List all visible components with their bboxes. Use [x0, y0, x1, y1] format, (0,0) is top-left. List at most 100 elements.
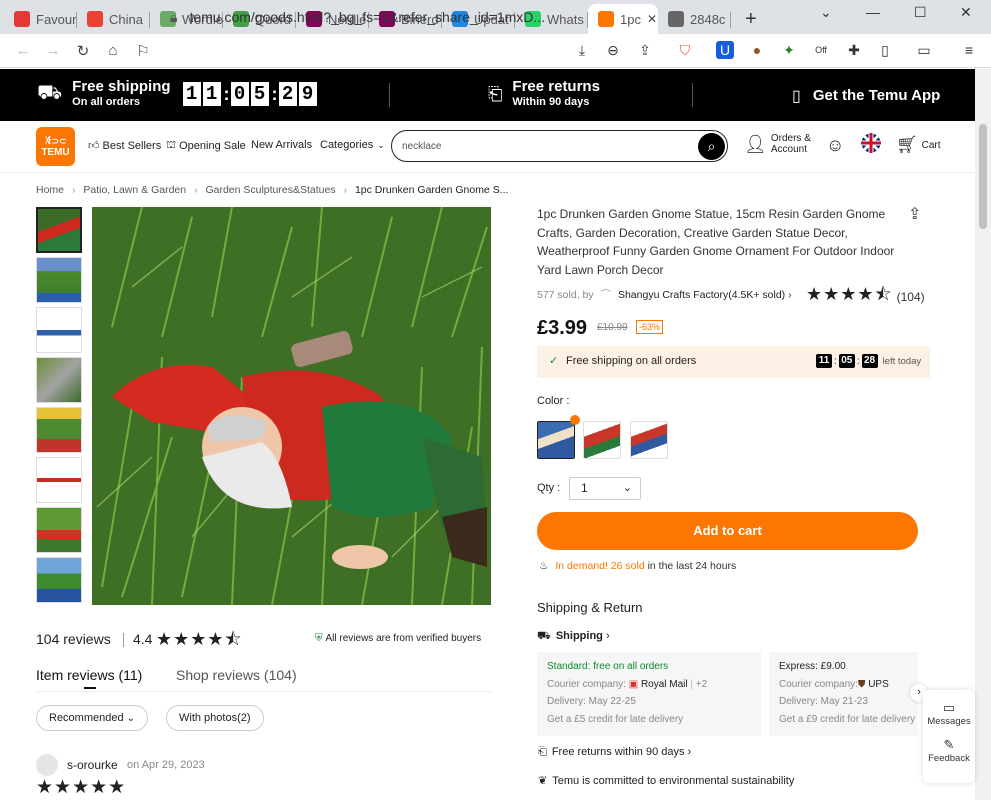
thumbnail[interactable]: [36, 307, 82, 353]
forward-button[interactable]: →: [38, 42, 68, 59]
messages-button[interactable]: ▭ Messages: [923, 690, 975, 727]
thumbnail[interactable]: [36, 507, 82, 553]
install-icon[interactable]: ⤓: [573, 41, 591, 59]
thumbnail[interactable]: [36, 557, 82, 603]
product-title: 1pc Drunken Garden Gnome Statue, 15cm Re…: [537, 207, 895, 277]
free-shipping-sub: On all orders: [72, 96, 141, 108]
timer-digit: 2: [278, 82, 297, 106]
standard-shipping-card[interactable]: Standard: free on all orders Courier com…: [537, 652, 761, 736]
standard-delivery: Delivery: May 22-25: [547, 696, 636, 707]
shipping-link[interactable]: ⛟ Shipping ›: [537, 630, 610, 644]
nav-categories[interactable]: Categories ⌄: [320, 139, 385, 151]
get-app-link[interactable]: ▯ Get the Temu App: [792, 86, 940, 106]
feedback-button[interactable]: ✎ Feedback: [923, 727, 975, 764]
courier-label: Courier company:: [547, 678, 626, 690]
thumbnail[interactable]: [36, 407, 82, 453]
color-swatch[interactable]: [583, 421, 621, 459]
extension-leaf-icon[interactable]: ✦: [780, 41, 798, 59]
url-text: temu.com/goods.html?_bg_fs=1&refer_share…: [189, 9, 546, 25]
account-line2: Account: [770, 144, 807, 155]
tab-separator: [730, 12, 731, 28]
home-button[interactable]: ⌂: [98, 42, 128, 59]
maximize-button[interactable]: ☐: [914, 0, 927, 24]
main-product-image[interactable]: [92, 207, 491, 605]
express-shipping-card[interactable]: Express: £9.00 Courier company:⛊ UPS Del…: [769, 652, 918, 736]
rating-count: (104): [896, 290, 925, 304]
lock-icon: 🔒︎: [170, 9, 178, 25]
fire-icon: ♨: [539, 560, 549, 572]
cart-icon: 🛒︎: [896, 135, 918, 154]
thumbnail[interactable]: [36, 457, 82, 503]
quantity-select[interactable]: 1 ⌄: [569, 477, 641, 500]
shipping-link-label: Shipping: [555, 630, 603, 642]
add-to-cart-button[interactable]: Add to cart: [537, 512, 918, 550]
cart-link[interactable]: 🛒︎ Cart: [896, 135, 941, 155]
breadcrumb-home[interactable]: Home: [36, 184, 64, 196]
bitwarden-icon[interactable]: U: [716, 41, 734, 59]
free-returns-link[interactable]: ⎗ Free returns within 90 days ›: [538, 746, 691, 759]
nav-label: Opening Sale: [179, 140, 246, 152]
tab-item-reviews[interactable]: Item reviews (11): [36, 667, 142, 683]
browser-tab-active[interactable]: 1pc ✕: [588, 4, 658, 34]
reviews-rating: 4.4: [133, 631, 153, 647]
search-input[interactable]: [402, 137, 682, 155]
sustainability-link[interactable]: ❦ Temu is committed to environmental sust…: [538, 774, 794, 787]
new-tab-button[interactable]: +: [745, 4, 757, 34]
free-shipping-promo[interactable]: ⛟ Free shipping On all orders 11:05:29: [37, 79, 319, 109]
bookmark-icon[interactable]: ⚐: [128, 42, 158, 60]
reviewer-name: s-orourke: [67, 758, 118, 772]
browser-tab[interactable]: Favour: [4, 4, 77, 34]
off-extension-icon[interactable]: Off: [812, 41, 830, 59]
filter-with-photos[interactable]: With photos(2): [166, 705, 264, 731]
zoom-icon[interactable]: ⊖: [604, 41, 622, 59]
page-scrollbar[interactable]: [975, 69, 991, 800]
temu-icon: [598, 11, 614, 27]
share-icon[interactable]: ⇪: [636, 41, 654, 59]
reviews-count: 104 reviews: [36, 631, 111, 647]
url-field[interactable]: 🔒︎ temu.com/goods.html?_bg_fs=1&refer_sha…: [170, 7, 570, 29]
nav-new-arrivals[interactable]: New Arrivals: [251, 139, 312, 151]
reviews-stars-icon: ★★★★⯪: [156, 629, 243, 649]
sustain-label: Temu is committed to environmental susta…: [552, 775, 795, 787]
tab-shop-reviews[interactable]: Shop reviews (104): [176, 667, 297, 683]
shield-check-icon: ⛨: [315, 633, 323, 644]
breadcrumb-sculptures[interactable]: Garden Sculptures&Statues: [205, 184, 335, 196]
thumbnail[interactable]: [36, 257, 82, 303]
support-chat-icon[interactable]: ☺: [826, 135, 844, 156]
cookie-icon[interactable]: ●: [748, 41, 766, 59]
breadcrumb-patio[interactable]: Patio, Lawn & Garden: [83, 184, 186, 196]
nav-opening-sale[interactable]: ⛫ Opening Sale: [166, 139, 246, 153]
search-icon: ⌕: [707, 138, 716, 154]
tab-search-icon[interactable]: ⌄: [820, 0, 832, 24]
back-button[interactable]: ←: [8, 42, 38, 59]
gmail-icon: [87, 11, 103, 27]
scrollbar-thumb[interactable]: [979, 124, 987, 229]
minimize-button[interactable]: —: [866, 0, 880, 24]
orders-account-link[interactable]: 👤︎ Orders & Account: [744, 133, 811, 155]
product-rating[interactable]: ★★★★⯪ (104): [806, 282, 925, 312]
temu-logo[interactable]: ꇨ⊃⊂ TEMU: [36, 127, 75, 166]
browser-tab[interactable]: China: [77, 4, 150, 34]
color-swatch-selected[interactable]: [537, 421, 575, 459]
feedback-label: Feedback: [928, 753, 970, 764]
extensions-puzzle-icon[interactable]: ✚: [845, 41, 863, 59]
share-icon[interactable]: ⇪: [908, 204, 921, 224]
reload-button[interactable]: ↻: [68, 42, 98, 60]
shop-name-link[interactable]: Shangyu Crafts Factory(4.5K+ sold): [618, 289, 785, 301]
uk-flag-icon[interactable]: [861, 133, 881, 153]
close-tab-icon[interactable]: ✕: [647, 12, 657, 26]
sort-recommended-dropdown[interactable]: Recommended ⌄: [36, 705, 149, 731]
browser-menu-icon[interactable]: ≡: [960, 41, 978, 59]
search-button[interactable]: ⌕: [698, 133, 725, 160]
nav-best-sellers[interactable]: 👍︎ Best Sellers: [88, 139, 161, 153]
courier-label: Courier company:: [779, 678, 858, 690]
color-swatch[interactable]: [630, 421, 668, 459]
thumbnail[interactable]: [36, 357, 82, 403]
brave-shield-icon[interactable]: ⛉: [676, 41, 694, 59]
browser-tab[interactable]: 2848c: [658, 4, 731, 34]
close-window-button[interactable]: ✕: [960, 0, 972, 24]
thumbnail[interactable]: [36, 207, 82, 253]
free-returns-promo[interactable]: ⎗ Free returns Within 90 days: [488, 79, 600, 109]
wallet-icon[interactable]: ▭: [915, 41, 933, 59]
sidebar-icon[interactable]: ▯: [876, 41, 894, 59]
